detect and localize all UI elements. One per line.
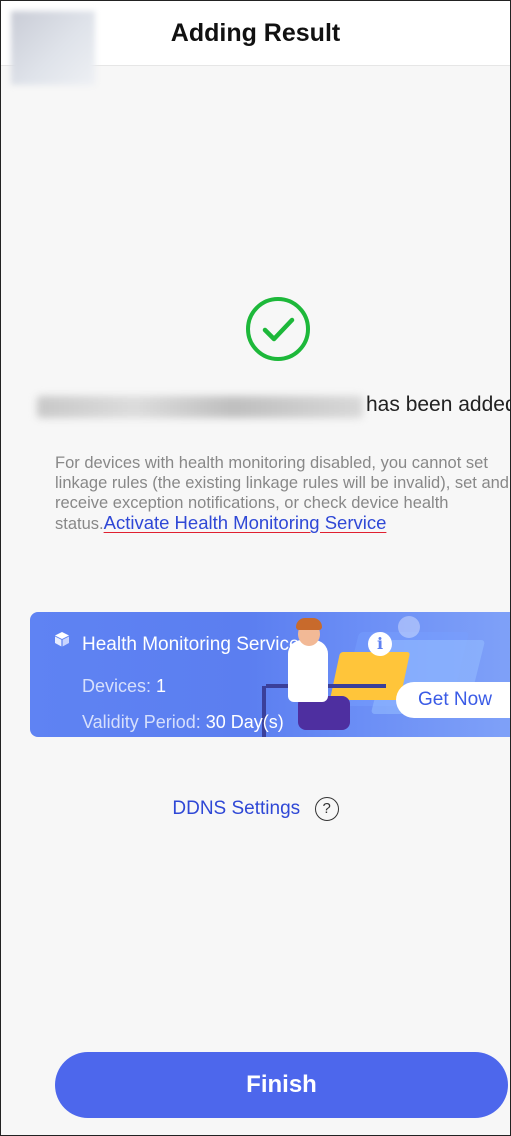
devices-label: Devices: (82, 676, 152, 696)
globe-icon (398, 616, 420, 638)
health-monitoring-card[interactable]: Health Monitoring Service i Devices: 1 V… (30, 612, 510, 737)
get-now-button[interactable]: Get Now (396, 682, 510, 718)
card-title: Health Monitoring Service (82, 634, 300, 655)
card-illustration-person (296, 618, 322, 630)
info-icon[interactable]: i (368, 632, 392, 656)
activate-health-monitoring-link[interactable]: Activate Health Monitoring Service (104, 512, 387, 533)
device-name-redacted (37, 396, 363, 418)
validity-label: Validity Period: (82, 712, 201, 732)
help-icon[interactable]: ? (314, 797, 339, 821)
devices-value: 1 (156, 676, 167, 696)
validity-value: 30 Day(s) (205, 712, 284, 732)
added-status-text: has been added (366, 393, 511, 416)
finish-button[interactable]: Finish (55, 1052, 508, 1118)
validity-period: Validity Period: 30 Day(s) (82, 712, 284, 733)
health-monitoring-notice: For devices with health monitoring disab… (55, 453, 510, 534)
added-device-row: has been added (1, 393, 510, 423)
app-screen: Adding Result has been added For devices… (0, 0, 511, 1136)
header-bar: Adding Result (1, 1, 510, 85)
ddns-settings-link[interactable]: DDNS Settings (172, 798, 300, 819)
cube-icon (55, 632, 69, 647)
devices-count: Devices: 1 (82, 676, 166, 697)
ddns-settings-row: DDNS Settings ? (1, 797, 510, 821)
check-circle-icon (246, 297, 310, 361)
page-title: Adding Result (170, 19, 341, 47)
